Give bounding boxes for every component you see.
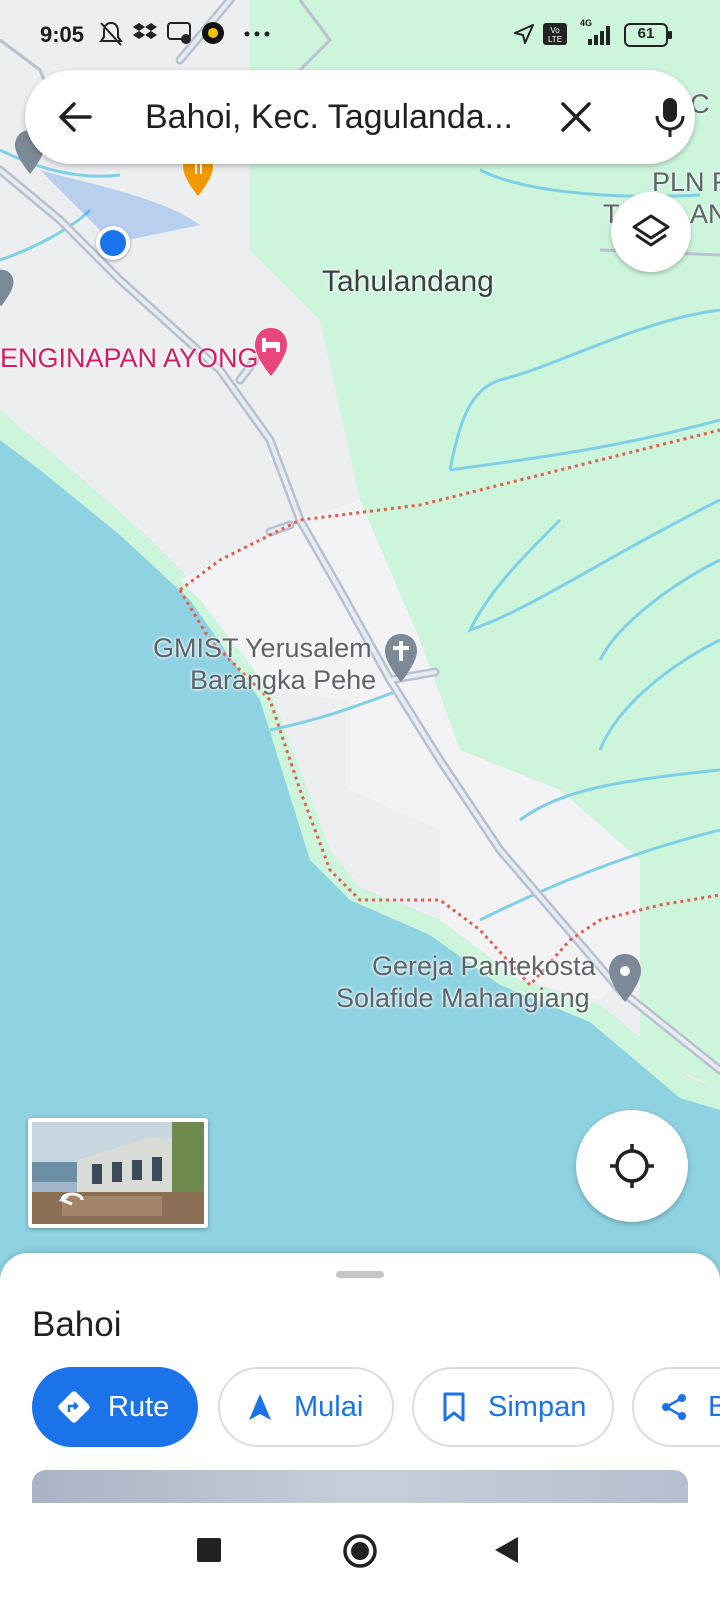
share-button[interactable]: B [632,1367,720,1447]
directions-icon [58,1391,90,1423]
start-label: Mulai [294,1390,364,1423]
place-title: Bahoi [32,1305,122,1344]
search-input[interactable]: Bahoi, Kec. Tagulanda... [145,98,525,137]
svg-text:LTE: LTE [548,35,562,44]
church-label-gmist-line1[interactable]: GMIST Yerusalem [153,632,372,664]
hotel-pin-icon[interactable] [252,326,290,378]
more-dots-icon [244,31,270,37]
app-badge-icon [202,22,224,44]
hotel-label[interactable]: ENGINAPAN AYONG [0,342,259,374]
place-pin-icon[interactable] [606,952,644,1004]
action-chips: Rute Mulai Simpan B [32,1367,720,1447]
save-label: Simpan [488,1390,587,1423]
church-label-gmist-line2[interactable]: Barangka Pehe [190,664,376,696]
street-view-photo [32,1122,204,1224]
back-arrow-icon[interactable] [50,92,100,142]
street-view-thumbnail[interactable] [28,1118,208,1228]
current-location-dot [96,226,130,260]
wifi-calling-icon [167,22,191,44]
church-pin-icon[interactable] [382,632,420,684]
save-button[interactable]: Simpan [412,1367,614,1447]
sheet-drag-handle[interactable] [336,1271,384,1278]
place-label-tahulandang[interactable]: Tahulandang [322,266,494,298]
location-arrow-icon [514,24,534,44]
circle-icon[interactable] [342,1533,378,1569]
square-icon[interactable] [196,1537,222,1563]
crosshair-icon [610,1144,654,1188]
close-icon[interactable] [553,94,599,140]
volte-icon: Vo LTE [543,23,567,45]
search-bar[interactable]: Bahoi, Kec. Tagulanda... [25,70,695,164]
layers-icon [632,214,670,247]
place-bottom-sheet[interactable]: Bahoi Rute Mulai Simpan B [0,1253,720,1503]
status-bar: 9:05 Vo LTE 4G 61 [0,0,720,70]
navigation-arrow-icon [249,1394,271,1420]
status-time: 9:05 [40,22,85,47]
photo-preview[interactable] [32,1470,688,1503]
start-button[interactable]: Mulai [218,1367,394,1447]
share-label: B [708,1390,720,1423]
system-nav-bar [0,1503,720,1600]
directions-label: Rute [108,1390,170,1423]
layers-button[interactable] [611,192,691,272]
signal-icon [588,26,610,45]
triangle-back-icon[interactable] [492,1535,520,1565]
pln-label-line2b[interactable]: AN [690,198,720,230]
church-label-pantekosta-line1[interactable]: Gereja Pantekosta [372,950,596,982]
poi-pin-icon[interactable] [0,268,16,308]
dropbox-icon [133,23,157,39]
svg-text:Vo: Vo [550,26,560,35]
bell-off-icon [99,21,123,46]
my-location-button[interactable] [576,1110,688,1222]
church-label-pantekosta-line2[interactable]: Solafide Mahangiang [336,982,590,1014]
microphone-icon[interactable] [645,92,695,142]
bookmark-icon [443,1392,465,1422]
share-icon [662,1394,686,1420]
battery-level: 61 [637,25,655,42]
directions-button[interactable]: Rute [32,1367,198,1447]
map-view[interactable]: Tahulandang ENGINAPAN AYONG GMIST Yerusa… [0,0,720,1280]
